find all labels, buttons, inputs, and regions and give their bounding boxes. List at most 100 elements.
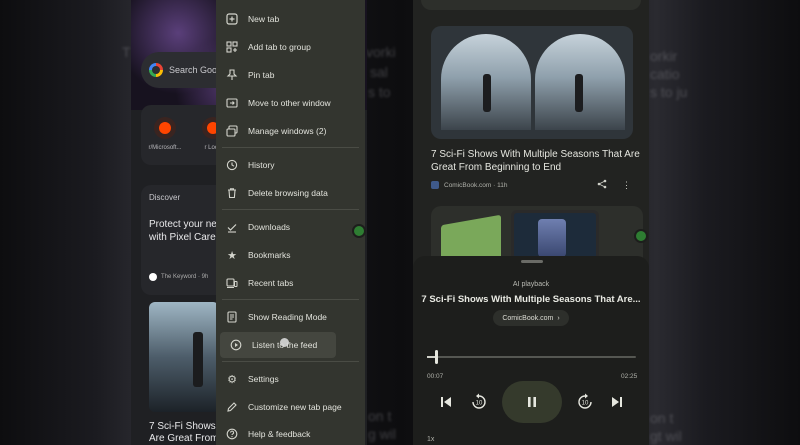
discover-source: The Keyword · 9h — [149, 273, 208, 281]
menu-item-label: Move to other window — [248, 98, 331, 108]
figure-silhouette — [483, 74, 491, 112]
bg-text: g wil — [368, 426, 397, 442]
menu-item-add-tab-to-group[interactable]: Add tab to group — [216, 34, 365, 60]
discover-source-label: The Keyword · 9h — [161, 274, 209, 280]
bg-text: s to ju — [650, 84, 688, 100]
menu-item-recent-tabs[interactable]: Recent tabs — [216, 270, 365, 296]
skip-previous-icon — [441, 397, 451, 407]
menu-item-label: Bookmarks — [248, 250, 291, 260]
shortcut-reddit-microsoft[interactable]: r/Microsoft... — [145, 117, 185, 151]
next-button[interactable] — [608, 390, 626, 414]
status-dot — [634, 229, 648, 243]
menu-item-help-feedback[interactable]: Help & feedback — [216, 421, 365, 445]
discover-headline-line: Protect your ne — [149, 219, 217, 230]
menu-item-manage-windows[interactable]: Manage windows (2) — [216, 118, 365, 144]
bg-text: on t — [650, 410, 674, 426]
menu-item-label: New tab — [248, 14, 280, 24]
add-to-group-icon — [226, 41, 238, 53]
google-icon — [149, 273, 157, 281]
help-icon — [226, 428, 238, 440]
pause-icon — [528, 397, 536, 407]
search-placeholder: Search Goo — [169, 65, 218, 75]
menu-divider — [222, 209, 359, 210]
playback-speed[interactable]: 1x — [427, 436, 434, 443]
rewind-button[interactable]: 10 — [468, 390, 490, 414]
bg-text: s to — [368, 84, 391, 100]
article-headline-line: 7 Sci-Fi Shows — [149, 421, 216, 432]
menu-item-label: Show Reading Mode — [248, 312, 327, 322]
source-chip[interactable]: ComicBook.com › — [493, 310, 569, 326]
move-window-icon — [226, 97, 238, 109]
google-logo-icon — [149, 63, 163, 77]
forward-button[interactable]: 10 — [574, 390, 596, 414]
menu-item-move-window[interactable]: Move to other window — [216, 90, 365, 116]
article-headline[interactable]: 7 Sci-Fi Shows With Multiple Seasons Tha… — [431, 148, 641, 174]
menu-item-customize-new-tab-page[interactable]: Customize new tab page — [216, 394, 365, 420]
current-time: 00:07 — [427, 373, 444, 380]
book-image — [441, 214, 501, 261]
menu-item-label: Manage windows (2) — [248, 126, 327, 136]
article-headline[interactable]: 7 Sci-Fi Shows Are Great From — [149, 421, 218, 445]
bg-text: vorki — [366, 44, 396, 60]
replay-10-icon: 10 — [472, 393, 486, 409]
article-headline-line: Are Great From — [149, 433, 219, 444]
menu-item-label: Delete browsing data — [248, 188, 328, 198]
more-vert-icon[interactable]: ⋮ — [622, 180, 631, 191]
source-icon — [431, 181, 439, 189]
menu-item-show-reading-mode[interactable]: Show Reading Mode — [216, 304, 365, 330]
devices-icon — [226, 277, 238, 289]
menu-divider — [222, 147, 359, 148]
pin-icon — [226, 69, 238, 81]
menu-item-new-tab[interactable]: New tab — [216, 6, 365, 32]
menu-item-listen-to-feed[interactable]: Listen to the feed — [220, 332, 336, 358]
menu-item-bookmarks[interactable]: ★ Bookmarks — [216, 242, 365, 268]
menu-item-label: Pin tab — [248, 70, 275, 80]
reddit-icon — [154, 117, 176, 139]
download-icon — [226, 221, 238, 233]
drag-handle[interactable] — [521, 260, 543, 263]
article-meta: ComicBook.com · 11h ⋮ — [431, 179, 633, 191]
discover-title: Discover — [149, 193, 181, 202]
rewind-seconds: 10 — [476, 401, 483, 407]
tablet-image — [511, 210, 599, 261]
progress-thumb[interactable] — [435, 350, 439, 364]
progress-fill — [427, 356, 436, 358]
menu-item-label: History — [248, 160, 275, 170]
ai-playback-label: AI playback — [512, 281, 550, 288]
share-icon[interactable] — [597, 179, 607, 191]
discover-headline-line: with Pixel Care — [149, 232, 216, 243]
menu-item-label: Settings — [248, 374, 279, 384]
menu-item-downloads[interactable]: Downloads — [216, 214, 365, 240]
bg-text: orkir — [650, 48, 678, 64]
forward-10-icon: 10 — [578, 393, 592, 409]
play-circle-icon — [230, 339, 242, 351]
menu-item-settings[interactable]: ⚙ Settings — [216, 366, 365, 392]
figure-silhouette — [193, 332, 203, 387]
next-article-card[interactable] — [431, 206, 643, 261]
menu-item-label: Add tab to group — [248, 42, 311, 52]
overflow-menu: New tab Add tab to group Pin tab Move to… — [216, 0, 365, 445]
bg-text: on t — [368, 408, 392, 424]
chevron-right-icon: › — [557, 314, 560, 322]
menu-item-label: Customize new tab page — [248, 402, 342, 412]
history-icon — [226, 159, 238, 171]
status-dot — [352, 224, 366, 238]
article-thumbnail[interactable] — [149, 302, 219, 412]
trash-icon — [226, 187, 238, 199]
figure-silhouette — [575, 74, 583, 112]
windows-icon — [226, 125, 238, 137]
menu-item-delete-browsing-data[interactable]: Delete browsing data — [216, 180, 365, 206]
skip-next-icon — [612, 397, 622, 407]
menu-item-history[interactable]: History — [216, 152, 365, 178]
reading-mode-icon — [226, 311, 238, 323]
menu-divider — [222, 361, 359, 362]
previous-button[interactable] — [437, 390, 455, 414]
menu-item-label: Help & feedback — [248, 429, 311, 439]
menu-divider — [222, 299, 359, 300]
menu-item-pin-tab[interactable]: Pin tab — [216, 62, 365, 88]
menu-item-label: Downloads — [248, 222, 291, 232]
pause-button[interactable] — [502, 381, 562, 423]
article-image[interactable] — [431, 26, 633, 139]
progress-slider[interactable] — [427, 350, 636, 364]
bg-text: gt wil — [650, 428, 682, 444]
